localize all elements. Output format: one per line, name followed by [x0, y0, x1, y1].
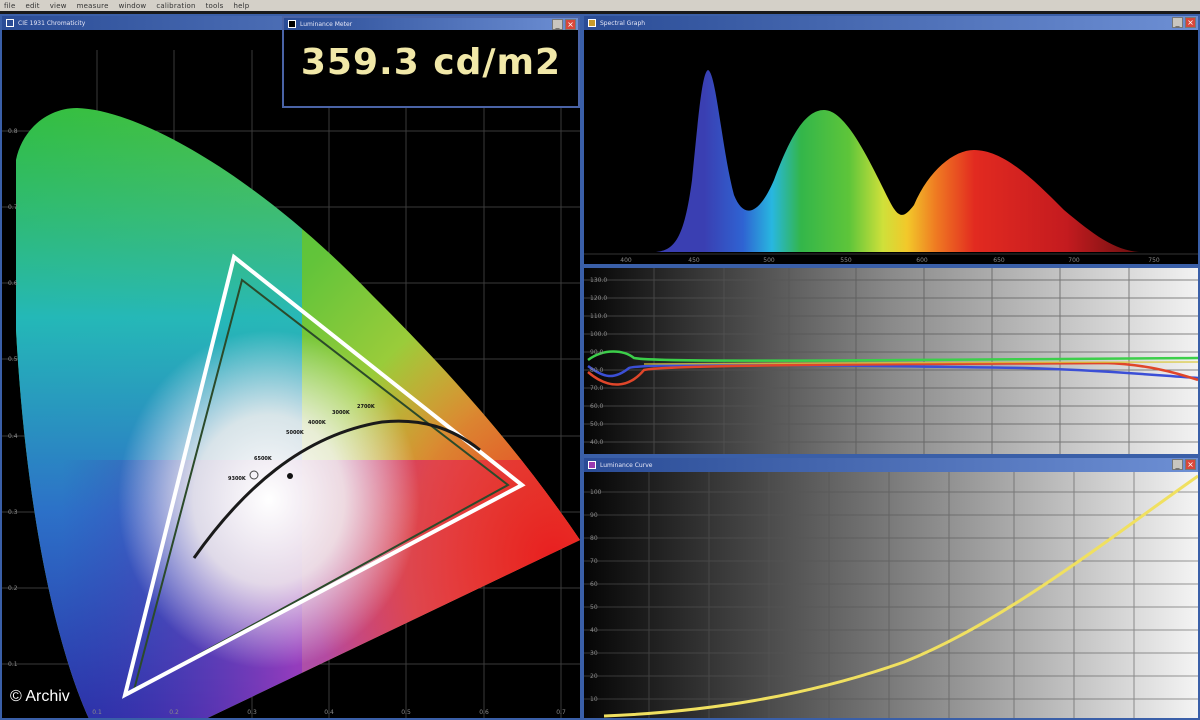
spectral-window-title: Spectral Graph — [600, 19, 646, 27]
cie-chart-window[interactable]: CIE 1931 Chromaticity 2700K 3000K 4000K … — [0, 14, 582, 720]
spectral-curve — [656, 70, 1139, 252]
gamma-y-tick: 100 — [590, 489, 602, 496]
gamma-y-tick: 20 — [590, 673, 598, 680]
gamma-y-tick: 60 — [590, 581, 598, 588]
menu-item-help[interactable]: help — [234, 2, 250, 10]
rgb-balance-window[interactable]: 130.0 120.0 110.0 100.0 90.0 80.0 70.0 60.0 50.0… — [582, 266, 1200, 456]
menu-item-window[interactable]: window — [119, 2, 147, 10]
cct-label: 3000K — [332, 410, 351, 416]
window-icon — [288, 20, 296, 28]
spectral-x-axis-ticks: 400 450 500 550 600 650 700 750 — [620, 257, 1160, 264]
luminance-window[interactable]: Luminance Meter _ × 359.3 cd/m2 — [282, 16, 580, 108]
spectral-window[interactable]: Spectral Graph _ × 4004505005506006 — [582, 14, 1200, 266]
minimize-button[interactable]: _ — [1172, 17, 1183, 28]
cie-window-title: CIE 1931 Chromaticity — [18, 19, 86, 27]
gamma-y-tick: 10 — [590, 696, 598, 703]
close-button[interactable]: × — [1185, 459, 1196, 470]
cct-label: 5000K — [286, 430, 305, 436]
cct-label: 2700K — [357, 404, 376, 410]
spectral-x-tick: 600 — [916, 257, 928, 264]
close-button[interactable]: × — [565, 19, 576, 30]
cie-y-tick: 0.4 — [8, 433, 18, 440]
spectral-x-tick: 400 — [620, 257, 632, 264]
menu-item-calibration[interactable]: calibration — [156, 2, 195, 10]
luminance-window-title: Luminance Meter — [300, 20, 353, 28]
gamma-window[interactable]: Luminance Curve _ × 100 90 80 70 60 50 4… — [582, 456, 1200, 720]
gamma-y-tick: 70 — [590, 558, 598, 565]
cie-x-tick: 0.2 — [169, 709, 179, 716]
cie-x-tick: 0.4 — [324, 709, 334, 716]
rgb-y-tick: 130.0 — [590, 277, 607, 284]
gamma-y-tick: 50 — [590, 604, 598, 611]
menu-item-edit[interactable]: edit — [25, 2, 39, 10]
rgb-y-tick: 120.0 — [590, 295, 607, 302]
cie-x-tick: 0.7 — [556, 709, 566, 716]
rgb-y-tick: 80.0 — [590, 367, 604, 374]
close-button[interactable]: × — [1185, 17, 1196, 28]
cie-x-tick: 0.1 — [92, 709, 102, 716]
spectral-x-tick: 700 — [1068, 257, 1080, 264]
rgb-y-tick: 110.0 — [590, 313, 607, 320]
minimize-button[interactable]: _ — [1172, 459, 1183, 470]
rgb-y-tick: 90.0 — [590, 349, 604, 356]
cie-horseshoe — [16, 108, 580, 718]
window-icon — [588, 19, 596, 27]
cie-y-tick: 0.2 — [8, 585, 18, 592]
gamma-y-tick: 80 — [590, 535, 598, 542]
cie-y-tick: 0.5 — [8, 356, 18, 363]
cie-x-tick: 0.3 — [247, 709, 257, 716]
spectral-x-tick: 450 — [688, 257, 700, 264]
gamma-window-title: Luminance Curve — [600, 461, 653, 469]
gamma-y-tick: 40 — [590, 627, 598, 634]
spectral-window-titlebar[interactable]: Spectral Graph _ × — [584, 16, 1198, 30]
rgb-y-tick: 60.0 — [590, 403, 604, 410]
menu-item-tools[interactable]: tools — [206, 2, 224, 10]
luminance-window-titlebar[interactable]: Luminance Meter _ × — [284, 18, 578, 30]
menu-bar: file edit view measure window calibration tool… — [0, 0, 1200, 11]
rgb-y-tick: 40.0 — [590, 439, 604, 446]
cct-label: 4000K — [308, 420, 327, 426]
cie-y-axis-ticks: 0.8 0.7 0.6 0.5 0.4 0.3 0.2 0.1 — [8, 128, 18, 668]
cie-y-tick: 0.3 — [8, 509, 18, 516]
spectral-x-tick: 650 — [993, 257, 1005, 264]
window-icon — [588, 461, 596, 469]
cie-chromaticity-diagram: 2700K 3000K 4000K5000K 6500K 9300K 0.1 0.2 0.3… — [2, 50, 580, 718]
gamma-window-titlebar[interactable]: Luminance Curve _ × — [584, 458, 1198, 472]
gamma-y-tick: 90 — [590, 512, 598, 519]
cie-y-tick: 0.8 — [8, 128, 18, 135]
minimize-button[interactable]: _ — [552, 19, 563, 30]
spectral-x-tick: 550 — [840, 257, 852, 264]
window-icon — [6, 19, 14, 27]
rgb-balance-plot: 130.0 120.0 110.0 100.0 90.0 80.0 70.0 60.0 50.0… — [584, 268, 1198, 454]
spectral-x-tick: 750 — [1148, 257, 1160, 264]
gamma-y-tick: 30 — [590, 650, 598, 657]
cie-x-tick: 0.5 — [401, 709, 411, 716]
spectral-plot: 400 450 500 550 600 650 700 750 — [584, 70, 1198, 264]
menu-item-file[interactable]: file — [4, 2, 15, 10]
cie-x-tick: 0.6 — [479, 709, 489, 716]
cct-label: 9300K — [228, 476, 247, 482]
luminance-value: 359.3 cd/m2 — [300, 42, 562, 83]
menu-item-measure[interactable]: measure — [77, 2, 109, 10]
rgb-y-tick: 70.0 — [590, 385, 604, 392]
white-point-marker — [287, 473, 293, 479]
spectral-x-tick: 500 — [763, 257, 775, 264]
cie-y-tick: 0.7 — [8, 204, 18, 211]
gamma-plot: 100 90 80 70 60 50 40 30 20 10 — [584, 472, 1198, 718]
rgb-y-tick: 50.0 — [590, 421, 604, 428]
cie-y-tick: 0.6 — [8, 280, 18, 287]
rgb-y-tick: 100.0 — [590, 331, 607, 338]
image-credit: © Archiv — [10, 688, 70, 705]
menu-item-view[interactable]: view — [50, 2, 67, 10]
cie-y-tick: 0.1 — [8, 661, 18, 668]
cct-label: 6500K — [254, 456, 273, 462]
